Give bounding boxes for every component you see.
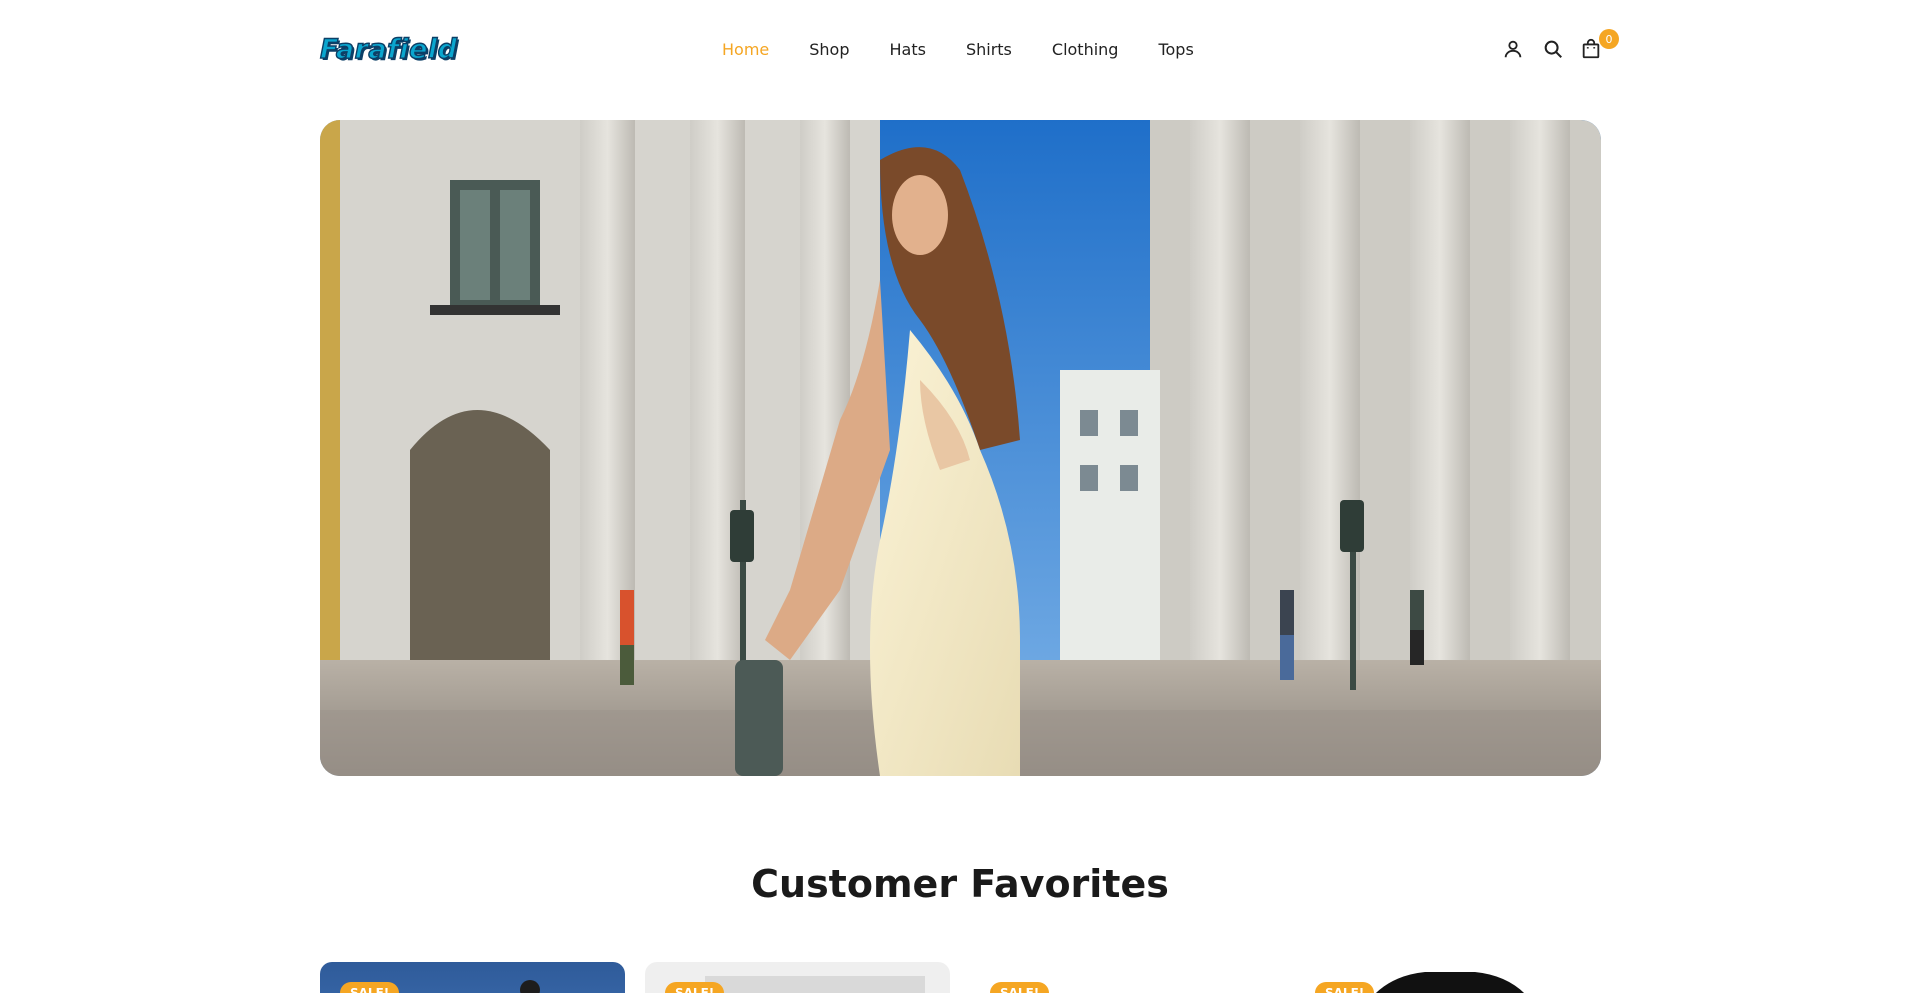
- product-card[interactable]: SALE!: [645, 962, 950, 993]
- section-title: Customer Favorites: [751, 862, 1169, 906]
- product-image: [1375, 972, 1525, 993]
- search-button[interactable]: [1540, 36, 1566, 62]
- cart-count-badge: 0: [1599, 29, 1619, 49]
- nav-item-hats[interactable]: Hats: [890, 36, 926, 64]
- product-image: [705, 976, 925, 993]
- hero-banner[interactable]: [320, 120, 1601, 776]
- account-button[interactable]: [1500, 36, 1526, 62]
- nav-item-home[interactable]: Home: [722, 36, 769, 64]
- search-icon: [1544, 40, 1562, 58]
- product-card[interactable]: SALE!: [320, 962, 625, 993]
- site-header: Farafield Home Shop Hats Shirts Clothing…: [0, 0, 1920, 100]
- product-card[interactable]: SALE!: [970, 962, 1275, 993]
- main-nav: Home Shop Hats Shirts Clothing Tops: [722, 36, 1194, 64]
- nav-item-shop[interactable]: Shop: [809, 36, 849, 64]
- product-grid: SALE! SALE! SALE! SALE!: [320, 962, 1601, 993]
- product-card[interactable]: SALE!: [1295, 962, 1600, 993]
- nav-item-tops[interactable]: Tops: [1158, 36, 1193, 64]
- sale-badge: SALE!: [340, 982, 400, 993]
- nav-item-shirts[interactable]: Shirts: [966, 36, 1012, 64]
- hero-photo: [320, 120, 1601, 776]
- user-icon: [1504, 40, 1522, 58]
- sale-badge: SALE!: [665, 982, 725, 993]
- brand-logo[interactable]: Farafield: [319, 33, 457, 66]
- sale-badge: SALE!: [1315, 982, 1375, 993]
- nav-item-clothing[interactable]: Clothing: [1052, 36, 1119, 64]
- product-image: [520, 980, 540, 993]
- sale-badge: SALE!: [990, 982, 1050, 993]
